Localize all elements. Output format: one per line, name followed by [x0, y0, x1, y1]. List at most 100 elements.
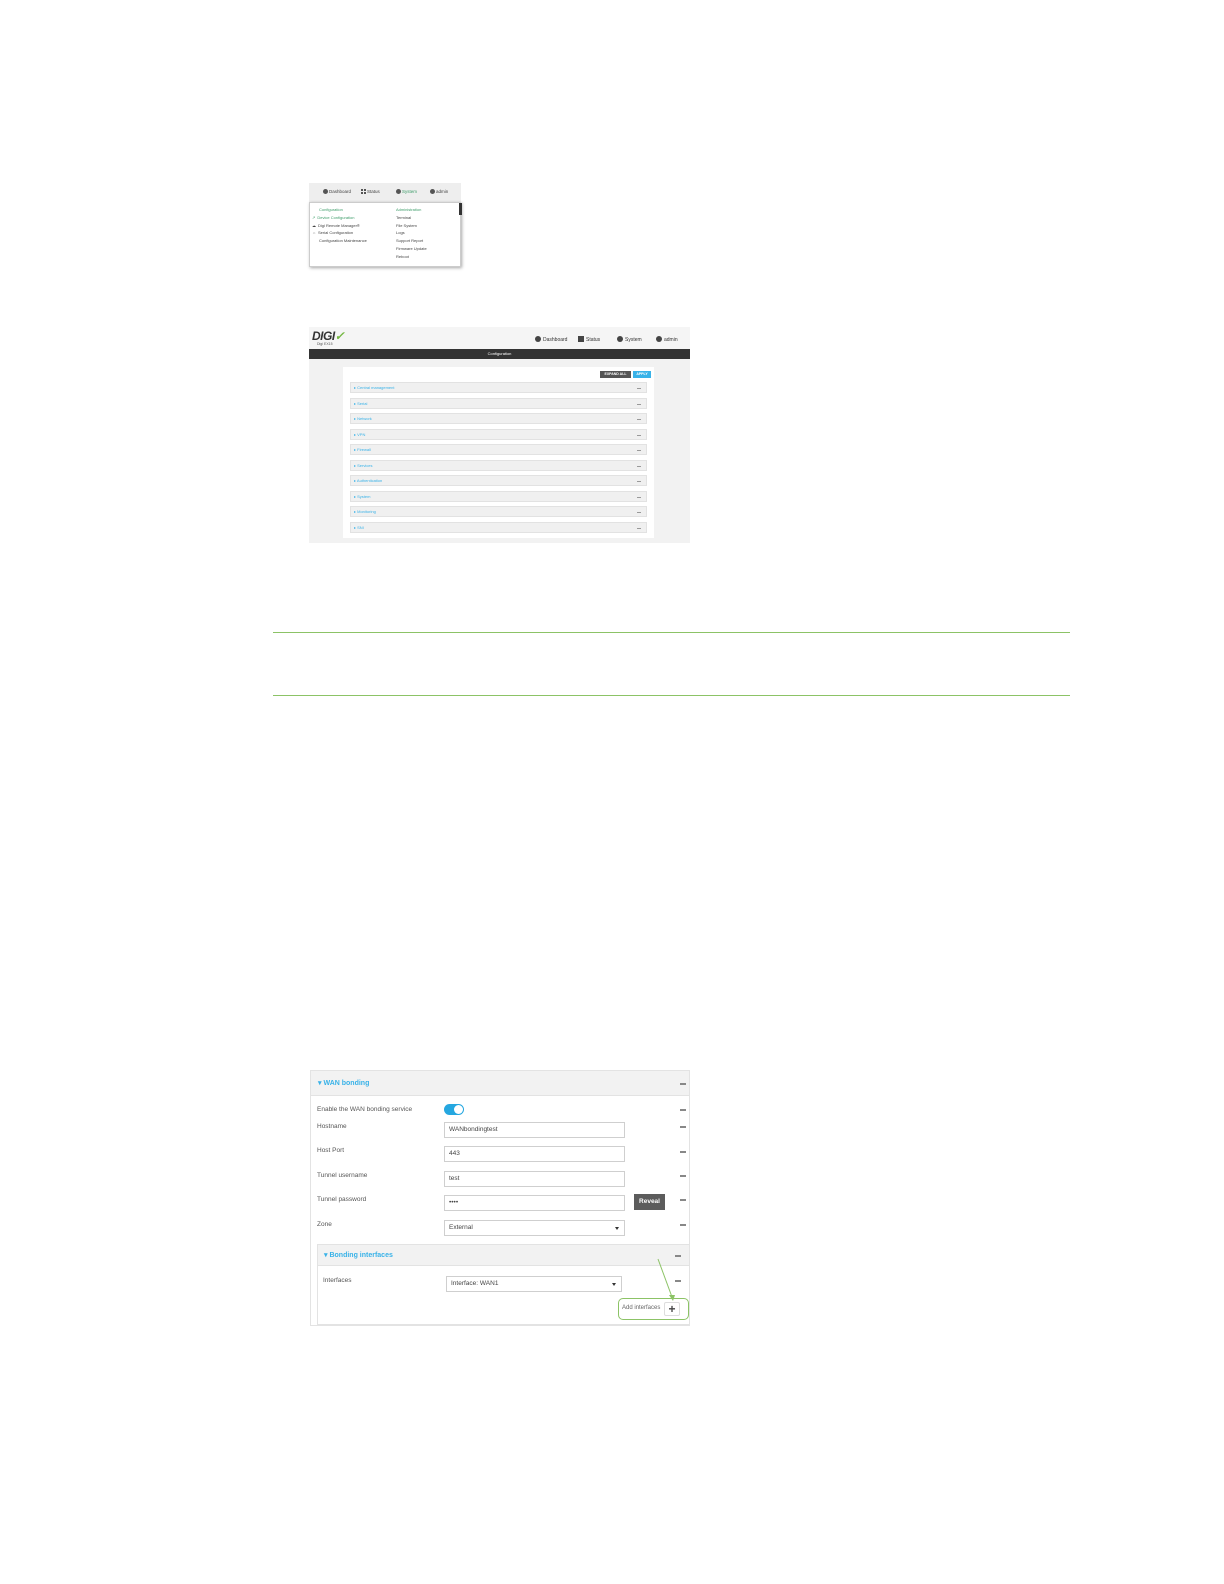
row-dash-icon[interactable]	[637, 403, 641, 405]
digi-logo: DIGI✓	[312, 329, 345, 343]
apply-button[interactable]: APPLY	[633, 371, 651, 378]
config-section-label: ▸ Serial	[354, 401, 367, 406]
config-section-row[interactable]: ▸ Network	[350, 413, 647, 424]
top-nav-bar: Dashboard Status System admin	[309, 183, 461, 203]
dashboard-icon	[535, 336, 541, 342]
config-section-text: Network	[357, 416, 372, 421]
menu-item-label: Serial Configuration	[318, 230, 354, 236]
row-dash-icon[interactable]	[637, 434, 641, 436]
administration-column: Administration Terminal File System Logs…	[396, 206, 427, 261]
wan-bonding-screenshot: ▾ WAN bonding Enable the WAN bonding ser…	[310, 1070, 690, 1326]
callout-arrow	[657, 1258, 675, 1301]
menu-item-reboot[interactable]: Reboot	[396, 253, 427, 261]
nav-dashboard[interactable]: Dashboard	[535, 336, 567, 343]
config-section-text: Central management	[357, 385, 395, 390]
system-menu-screenshot: Dashboard Status System admin Configurat…	[309, 183, 462, 267]
callout-arrow-head	[669, 1295, 675, 1301]
expand-all-button[interactable]: EXPAND ALL	[600, 371, 631, 378]
configuration-column: Configuration ↗ Device Configuration ☁ Dig…	[312, 206, 367, 245]
config-section-row[interactable]: ▸ Monitoring	[350, 506, 647, 517]
logo-check-icon: ✓	[334, 329, 345, 343]
row-dash-icon[interactable]	[637, 465, 641, 467]
config-section-text: SNI	[357, 524, 364, 530]
nav-status[interactable]: Status	[578, 336, 600, 343]
configuration-panel: EXPAND ALL APPLY ▸ Central management ▸ S…	[343, 367, 654, 538]
config-section-text: System	[357, 493, 371, 499]
config-section-text: Serial	[357, 400, 368, 406]
row-dash-icon[interactable]	[637, 450, 641, 451]
row-dash-icon[interactable]	[637, 496, 641, 498]
menu-item-label: Configuration Maintenance	[319, 238, 367, 244]
config-section-label: ▸ VPN	[354, 432, 365, 437]
nav-status-label: Status	[367, 189, 380, 194]
menu-item-label: Device Configuration	[317, 214, 355, 220]
config-section-text: Authentication	[356, 478, 383, 483]
gear-icon	[396, 189, 401, 194]
device-model: Digi EX15	[317, 342, 333, 346]
nav-user[interactable]: admin	[656, 336, 678, 343]
menu-item-device-configuration[interactable]: ↗ Device Configuration	[312, 214, 367, 222]
configuration-page-screenshot: DIGI✓ Digi EX15 Dashboard Status System …	[309, 327, 690, 543]
config-section-text: Services	[357, 462, 373, 468]
configuration-heading: Configuration	[319, 207, 343, 212]
note-bottom-rule	[273, 695, 1070, 696]
callout-arrow-line	[657, 1258, 673, 1298]
config-section-row[interactable]: ▸ Central management	[350, 382, 647, 393]
row-dash-icon[interactable]	[637, 481, 641, 482]
config-section-row[interactable]: ▸ System	[350, 490, 647, 502]
menu-item-support-report[interactable]: Support Report	[396, 237, 427, 245]
config-section-row[interactable]: ▸ Serial	[350, 397, 647, 409]
config-section-row[interactable]: ▸ VPN	[350, 428, 647, 440]
config-section-label: ▸ Central management	[354, 385, 394, 390]
menu-item-terminal[interactable]: Terminal	[396, 214, 427, 222]
config-section-row[interactable]: ▸ Services	[350, 459, 647, 471]
row-dash-icon[interactable]	[637, 419, 641, 420]
config-section-row[interactable]: ▸ Authentication	[350, 475, 647, 486]
config-section-text: Monitoring	[357, 509, 376, 514]
grid-icon	[361, 189, 366, 194]
config-section-label: ▸ Authentication	[354, 478, 382, 483]
config-section-label: ▸ Monitoring	[354, 509, 376, 514]
nav-system-label: System	[625, 337, 642, 343]
menu-item-serial-configuration[interactable]: ⇔ Serial Configuration	[312, 229, 367, 237]
nav-status[interactable]: Status	[361, 189, 380, 194]
config-section-text: Firewall	[357, 447, 371, 452]
config-section-text: VPN	[357, 431, 366, 437]
note-top-rule	[273, 632, 1070, 633]
config-section-label: ▸ Firewall	[354, 447, 371, 452]
user-icon	[430, 189, 435, 194]
nav-user-label: admin	[436, 189, 449, 194]
config-section-label: ▸ Network	[354, 416, 372, 421]
menu-item-label: Digi Remote Manager®	[318, 222, 360, 228]
serial-icon: ⇔	[312, 230, 316, 236]
dashboard-icon	[323, 189, 328, 194]
nav-dashboard-label: Dashboard	[329, 189, 352, 194]
nav-system[interactable]: System	[617, 336, 642, 343]
nav-status-label: Status	[586, 337, 601, 343]
row-dash-icon[interactable]	[637, 527, 641, 529]
cloud-icon: ☁	[312, 222, 316, 228]
nav-dashboard[interactable]: Dashboard	[323, 189, 351, 194]
row-dash-icon[interactable]	[637, 512, 641, 513]
config-section-row[interactable]: ▸ SNI	[350, 521, 647, 533]
wrench-icon: ↗	[312, 214, 316, 220]
system-dropdown-menu: Configuration ↗ Device Configuration ☁ Dig…	[309, 202, 462, 267]
page-title-bar: Configuration	[309, 349, 690, 359]
nav-system[interactable]: System	[396, 189, 417, 194]
grid-icon	[578, 336, 584, 342]
header-bar: DIGI✓ Digi EX15 Dashboard Status System …	[309, 327, 690, 349]
menu-item-logs[interactable]: Logs	[396, 229, 427, 237]
menu-item-remote-manager[interactable]: ☁ Digi Remote Manager®	[312, 222, 367, 230]
nav-user-label: admin	[664, 337, 678, 343]
nav-system-label: System	[402, 189, 418, 194]
menu-item-file-system[interactable]: File System	[396, 222, 427, 230]
gear-icon	[617, 336, 623, 342]
nav-user[interactable]: admin	[430, 189, 448, 194]
row-dash-icon[interactable]	[637, 388, 641, 389]
menu-item-firmware-update[interactable]: Firmware Update	[396, 245, 427, 253]
config-section-label: ▸ System	[354, 494, 370, 499]
administration-heading: Administration	[396, 207, 422, 212]
config-section-row[interactable]: ▸ Firewall	[350, 444, 647, 455]
user-icon	[656, 336, 662, 342]
menu-item-configuration-maintenance[interactable]: Configuration Maintenance	[319, 237, 367, 245]
